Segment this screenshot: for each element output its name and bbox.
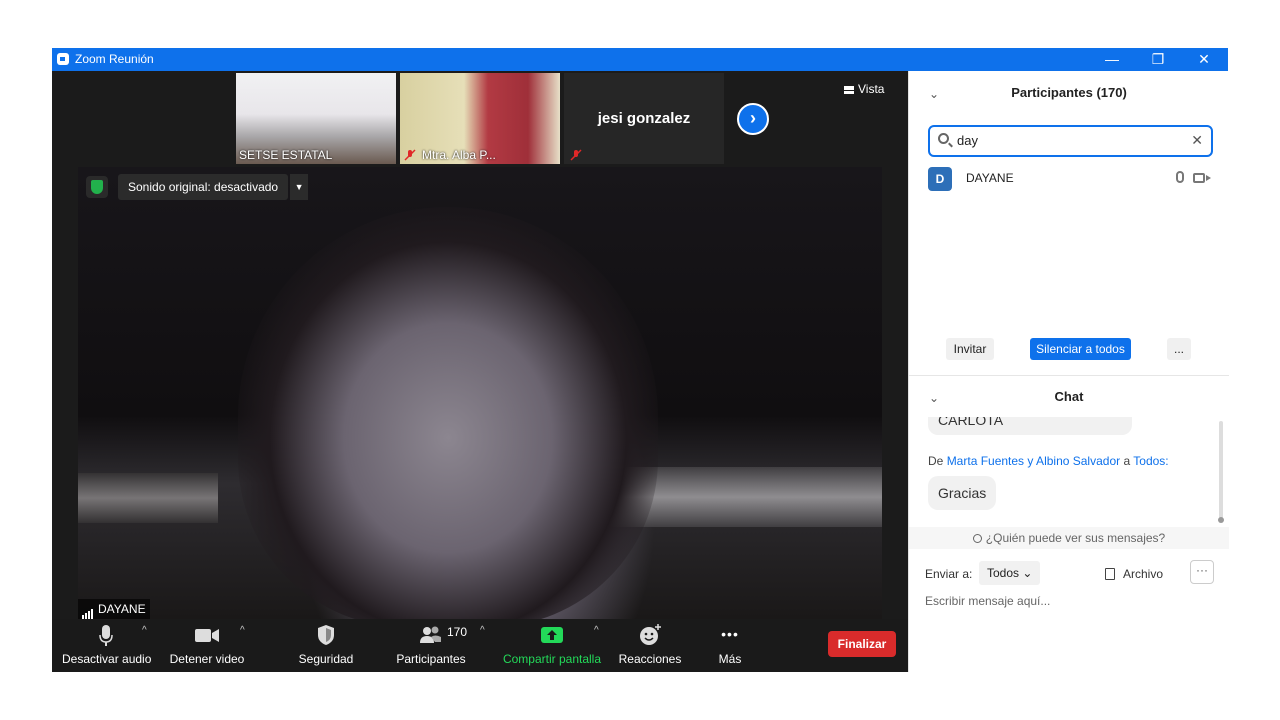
participants-label: Participantes	[396, 652, 466, 666]
zoom-logo-icon	[57, 53, 69, 65]
chat-message-meta: De Marta Fuentes y Albino Salvador a Tod…	[928, 454, 1169, 468]
message-sender[interactable]: Marta Fuentes y Albino Salvador	[947, 454, 1120, 468]
chevron-down-icon[interactable]: ▼	[290, 174, 309, 200]
chat-message-bubble: Gracias	[928, 476, 997, 510]
avatar: D	[928, 167, 952, 191]
chevron-down-icon: ⌄	[1022, 566, 1033, 580]
mute-label: Desactivar audio	[62, 652, 152, 666]
grid-icon	[844, 85, 854, 94]
file-button[interactable]: Archivo	[1105, 567, 1163, 581]
thumbnail-caption: Mtra. Alba P...	[422, 148, 496, 162]
thumbnail-video[interactable]: Mtra. Alba P...	[400, 73, 560, 164]
clear-search-icon[interactable]: ✕	[1191, 132, 1203, 149]
participant-search-input[interactable]: day ✕	[928, 125, 1213, 157]
next-page-button[interactable]: ›	[737, 103, 769, 135]
thumbnail-caption: SETSE ESTATAL	[239, 148, 333, 162]
smiley-icon	[640, 624, 661, 645]
chat-message-text: CARLOTA	[938, 417, 1004, 428]
title-bar: Zoom Reunión — ❐ ✕	[52, 48, 1228, 71]
file-icon	[1105, 568, 1115, 580]
thumbnail-name: jesi gonzalez	[597, 110, 691, 127]
participants-count: 170	[447, 625, 468, 639]
security-button[interactable]: Seguridad	[286, 623, 366, 666]
muted-mic-icon	[404, 149, 416, 161]
to-prefix: a	[1123, 454, 1131, 468]
participants-icon	[420, 626, 441, 643]
mute-all-button[interactable]: Silenciar a todos	[1030, 338, 1131, 360]
chat-scrollbar[interactable]	[1218, 421, 1224, 523]
chat-panel-title: Chat	[1054, 389, 1084, 404]
video-camera-icon[interactable]	[1193, 173, 1211, 183]
search-icon	[938, 133, 949, 144]
original-sound-label: Sonido original: desactivado	[128, 180, 279, 194]
speaker-name: DAYANE	[98, 602, 146, 616]
side-panel: ⌄ Participantes (170) day ✕ D DAYANE Inv…	[908, 71, 1229, 672]
security-label: Seguridad	[298, 652, 354, 666]
video-camera-icon	[195, 629, 219, 642]
main-video	[78, 167, 882, 619]
mute-button[interactable]: Desactivar audio ^	[62, 623, 152, 666]
participants-options-caret[interactable]: ^	[480, 625, 485, 636]
participants-more-button[interactable]: ...	[1167, 338, 1191, 360]
stop-video-button[interactable]: Detener video ^	[168, 623, 246, 666]
participant-name: DAYANE	[966, 171, 1014, 185]
chat-message-text: Gracias	[938, 485, 987, 501]
send-to-value: Todos	[987, 566, 1020, 580]
share-screen-label: Compartir pantalla	[502, 652, 602, 666]
view-label: Vista	[858, 82, 885, 96]
more-dots-icon: •••	[721, 626, 739, 642]
participant-row[interactable]: D DAYANE	[928, 167, 1213, 191]
file-label: Archivo	[1123, 567, 1164, 581]
original-sound-toggle[interactable]: Sonido original: desactivado ▼	[118, 174, 309, 200]
from-prefix: De	[928, 454, 944, 468]
person-icon	[972, 534, 982, 544]
search-value: day	[957, 133, 978, 148]
encryption-shield-icon[interactable]	[86, 176, 108, 198]
more-label: Más	[718, 652, 742, 666]
thumbnail-video[interactable]: SETSE ESTATAL	[236, 73, 396, 164]
window-title: Zoom Reunión	[75, 52, 154, 66]
chat-messages: CARLOTA	[909, 417, 1229, 527]
video-options-caret[interactable]: ^	[240, 625, 245, 636]
zoom-window: Zoom Reunión — ❐ ✕ SETSE ESTATAL Mtra. A…	[52, 48, 1229, 672]
speaker-name-tag: DAYANE	[78, 599, 150, 619]
muted-mic-icon	[570, 149, 582, 161]
stop-video-label: Detener video	[169, 652, 245, 666]
speaker-figure	[238, 207, 658, 619]
participants-button[interactable]: Participantes 170 ^	[392, 623, 484, 666]
view-button[interactable]: Vista	[844, 82, 884, 96]
divider	[909, 375, 1229, 376]
reactions-button[interactable]: Reacciones	[618, 623, 682, 666]
video-background	[78, 473, 218, 523]
share-screen-icon	[541, 627, 563, 643]
meeting-toolbar: Desactivar audio ^ Detener video ^ Segur…	[52, 619, 908, 672]
video-area: SETSE ESTATAL Mtra. Alba P... jesi gonza…	[52, 71, 908, 672]
send-to-label: Enviar a:	[925, 567, 973, 581]
participants-panel-title: Participantes (170)	[1011, 85, 1127, 100]
chat-message-input[interactable]: Escribir mensaje aquí...	[925, 594, 1050, 608]
audio-options-caret[interactable]: ^	[142, 625, 147, 636]
end-meeting-button[interactable]: Finalizar	[828, 631, 896, 657]
send-to-dropdown[interactable]: Todos ⌄	[979, 561, 1041, 585]
signal-bars-icon	[82, 599, 94, 619]
message-privacy-link[interactable]: ¿Quién puede ver sus mensajes?	[909, 527, 1229, 549]
thumbnail-video[interactable]: jesi gonzalez	[564, 73, 724, 164]
privacy-note: ¿Quién puede ver sus mensajes?	[985, 531, 1166, 545]
reactions-label: Reacciones	[618, 652, 682, 666]
share-options-caret[interactable]: ^	[594, 625, 599, 636]
microphone-icon[interactable]	[1176, 171, 1184, 183]
restore-button[interactable]: ❐	[1135, 48, 1181, 71]
minimize-button[interactable]: —	[1089, 48, 1135, 71]
share-screen-button[interactable]: Compartir pantalla ^	[502, 623, 602, 666]
chat-message-bubble: CARLOTA	[928, 417, 1132, 435]
chat-more-button[interactable]: ···	[1190, 560, 1214, 584]
message-recipient[interactable]: Todos:	[1133, 454, 1168, 468]
microphone-icon	[99, 625, 113, 646]
shield-icon	[318, 625, 334, 645]
close-button[interactable]: ✕	[1181, 48, 1227, 71]
more-button[interactable]: ••• Más	[710, 623, 750, 666]
invite-button[interactable]: Invitar	[946, 338, 994, 360]
